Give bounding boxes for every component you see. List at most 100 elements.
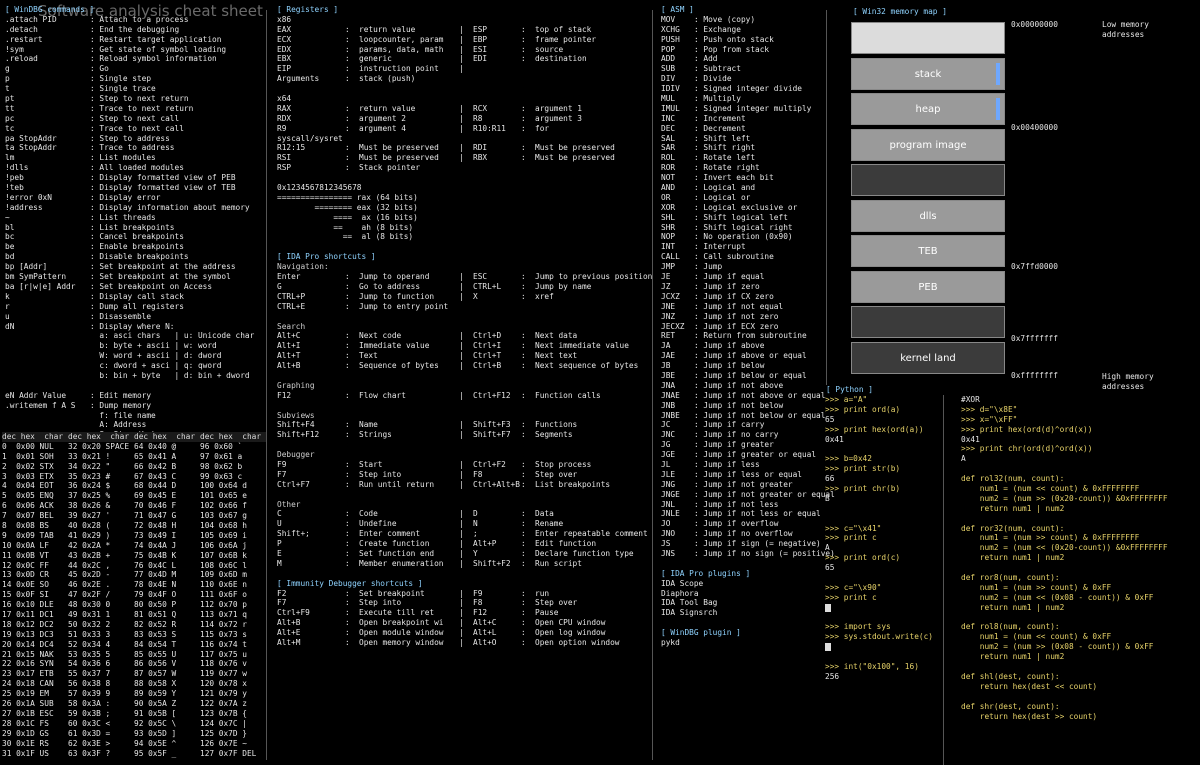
ida-section-table: F12: Flow chart | Ctrl+F12: Function calls	[277, 391, 647, 401]
ascii-cell: 4 0x04 EOT	[2, 481, 54, 491]
python-function-line: num2 = (num >> (0x08 - count)) & 0xFF	[961, 642, 1154, 652]
shortcut-row: EBX: generic | EDI: destination	[277, 54, 647, 64]
windbg-description: : Step to next return	[90, 94, 189, 104]
table-cell: ECX	[277, 34, 292, 44]
ascii-cell: 68 0x44 D	[134, 481, 177, 491]
table-cell: Rename	[535, 519, 564, 529]
asm-mnemonic: XCHG	[661, 24, 680, 34]
ascii-cell: 83 0x53 S	[134, 629, 177, 639]
ida-title: [ IDA Pro shortcuts ]	[277, 252, 376, 262]
asm-mnemonic: CALL	[661, 252, 680, 262]
python-line: 66	[825, 474, 835, 484]
asm-mnemonic: JNC	[661, 430, 676, 440]
windbg-row: ~: List threads	[5, 213, 267, 223]
cursor-block-icon	[825, 643, 831, 652]
table-cell: |	[459, 54, 464, 64]
asm-row: MUL: Multiply	[661, 94, 826, 104]
table-cell: :	[345, 272, 350, 282]
windbg-command: p	[5, 74, 10, 84]
table-cell: :	[521, 341, 526, 351]
python-line: >>> print chr(b)	[825, 484, 901, 494]
table-cell: ESC	[473, 272, 488, 282]
python-function-line: return num1 | num2	[961, 602, 1065, 612]
ascii-cell: 34 0x22 "	[68, 461, 111, 471]
windbg-description: : Attach to a process	[90, 14, 189, 24]
asm-mnemonic: IMUL	[661, 103, 680, 113]
table-cell: RDX	[277, 113, 292, 123]
table-cell: :	[345, 301, 350, 311]
ascii-cell: 1 0x01 SOH	[2, 451, 54, 461]
asm-mnemonic: POP	[661, 44, 676, 54]
table-cell: |	[459, 598, 464, 608]
table-cell: Member enumeration	[359, 558, 444, 568]
table-cell: |	[459, 272, 464, 282]
table-cell: |	[459, 351, 464, 361]
asm-row: JG: Jump if greater	[661, 440, 826, 450]
shortcut-row: Shift+;: Enter comment |;: Enter repeatable…	[277, 529, 648, 539]
immunity-title: [ Immunity Debugger shortcuts ]	[277, 578, 423, 588]
asm-description: : Jump if less	[694, 459, 760, 469]
ascii-row: 22 0x16 SYN 54 0x36 6 86 0x56 V 118 0x76 v	[2, 659, 266, 669]
table-cell: EBX	[277, 54, 292, 64]
windbg-description: : Reload symbol information	[90, 54, 217, 64]
bit-layout-line: ================ rax (64 bits)	[277, 192, 418, 202]
table-cell: |	[459, 361, 464, 371]
asm-title: [ ASM ]	[661, 5, 694, 14]
table-cell: :	[345, 331, 350, 341]
ascii-cell: 107 0x6B k	[200, 550, 247, 560]
shortcut-row: Alt+E: Open module window | Alt+L: Open log …	[277, 628, 647, 638]
table-cell: :	[521, 628, 526, 638]
asm-description: : Jump if not zero	[694, 311, 779, 321]
table-cell: Shift+F3	[473, 420, 511, 430]
ida-section-table: F9: Start | Ctrl+F2: Stop process F7: Step int…	[277, 460, 647, 490]
table-cell: Sequence of bytes	[359, 361, 439, 371]
table-cell: RDI	[473, 143, 488, 153]
table-cell: Next immediate value	[535, 341, 629, 351]
shortcut-row: P: Create function | Alt+P: Edit function	[277, 539, 647, 549]
table-cell: F8	[473, 469, 483, 479]
table-cell: Data	[535, 509, 554, 519]
ascii-cell: 59 0x3B ;	[68, 708, 111, 718]
asm-row: SAR: Shift right	[661, 143, 826, 153]
table-cell: Jump to entry point	[359, 301, 449, 311]
python-function-line	[961, 613, 1199, 623]
windbg-description: : Set breakpoint at the symbol	[90, 272, 231, 282]
table-cell: F12	[277, 390, 292, 400]
python-line: >>> print ord(c)	[825, 553, 901, 563]
windbg-row: pa StopAddr: Step to address	[5, 134, 267, 144]
table-cell: :	[521, 608, 526, 618]
windbg-command: dN	[5, 321, 15, 331]
table-cell: Next code	[359, 331, 402, 341]
table-cell: Strings	[359, 430, 392, 440]
ascii-cell: 109 0x6D m	[200, 570, 247, 580]
python-line	[825, 613, 943, 623]
asm-mnemonic: SHL	[661, 212, 676, 222]
asm-mnemonic: INC	[661, 113, 676, 123]
asm-row: ADD: Add	[661, 54, 826, 64]
python-function-line	[961, 563, 1199, 573]
shortcut-row: RDX: argument 2 | R8: argument 3	[277, 114, 647, 124]
table-cell: Flow chart	[359, 390, 406, 400]
windbg-command: .detach	[5, 24, 38, 34]
bit-layout-line: ======== eax (32 bits)	[277, 202, 418, 212]
asm-description: : Jump if ECX zero	[694, 321, 779, 331]
windbg-row: be: Enable breakpoints	[5, 242, 267, 252]
ascii-row: 14 0x0E SO 46 0x2E . 78 0x4E N 110 0x6E n	[2, 580, 266, 590]
table-cell: Jump to previous position	[535, 272, 653, 282]
asm-mnemonic: JNBE	[661, 410, 680, 420]
ascii-cell: 88 0x58 X	[134, 679, 177, 689]
asm-description: : Jump if sign (= negative)	[694, 539, 821, 549]
asm-description: : Jump if below	[694, 361, 765, 371]
windbg-row: r: Dump all registers	[5, 302, 267, 312]
ida-section-name: Navigation:	[277, 262, 329, 272]
asm-mnemonic: JGE	[661, 450, 676, 460]
ida-section-name: Search	[277, 321, 306, 331]
ascii-row: 19 0x13 DC3 51 0x33 3 83 0x53 S 115 0x73 s	[2, 630, 266, 640]
table-cell: params, data, math	[359, 44, 444, 54]
table-cell: argument 4	[359, 123, 406, 133]
windbg-description: : Trace to next call	[90, 123, 184, 133]
windbg-row: u: Disassemble	[5, 312, 267, 322]
asm-description: : Jump if above or equal	[694, 351, 807, 361]
ascii-cell: 17 0x11 DC1	[2, 610, 54, 620]
